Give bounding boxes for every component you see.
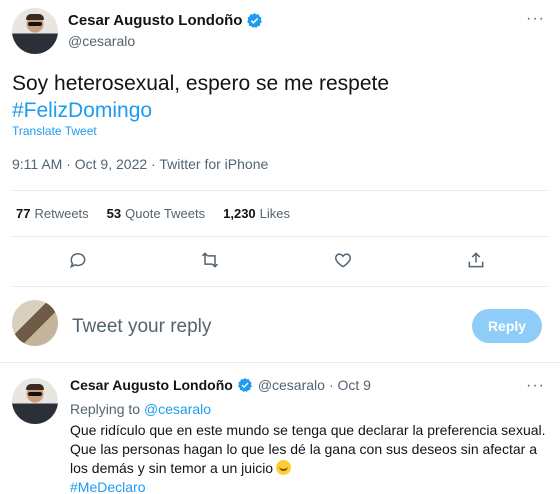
more-options-icon[interactable]: ··· [526,10,545,28]
hashtag-link[interactable]: #FelizDomingo [12,97,389,124]
retweets-stat[interactable]: 77 Retweets [16,206,89,221]
divider [12,190,548,191]
reply-author-row[interactable]: Cesar Augusto Londoño @cesaralo · Oct 9 [70,377,371,393]
tweet-stats: 77 Retweets 53 Quote Tweets 1,230 Likes [16,206,308,221]
likes-count: 1,230 [223,206,256,221]
reply-date[interactable]: · Oct 9 [329,377,371,393]
comment-icon[interactable] [68,250,92,274]
verified-badge-icon [247,13,263,29]
heart-icon[interactable] [333,250,357,274]
reply-author-avatar[interactable] [12,378,58,424]
author-handle[interactable]: @cesaralo [68,33,135,49]
replying-to-handle[interactable]: @cesaralo [144,401,211,417]
share-icon[interactable] [466,250,490,274]
reply-button[interactable]: Reply [472,309,542,343]
replying-to-label: Replying to [70,401,144,417]
reply-author-display-name[interactable]: Cesar Augusto Londoño [70,377,233,393]
avatar-hair [25,13,45,20]
retweets-label: Retweets [34,206,89,221]
tweet-actions [0,250,560,274]
replying-to: Replying to @cesaralo [70,401,211,417]
divider [12,286,548,287]
likes-stat[interactable]: 1,230 Likes [223,206,290,221]
likes-label: Likes [259,206,291,221]
more-options-icon[interactable]: ··· [526,377,545,395]
tweet-text: Soy heterosexual, espero se me respete #… [12,70,389,124]
current-user-avatar[interactable] [12,300,58,346]
verified-badge-icon [237,378,252,393]
retweet-icon[interactable] [200,250,224,274]
avatar-glasses [27,391,43,396]
reply-body-text: Que ridículo que en este mundo se tenga … [70,422,546,476]
tweet-body: Soy heterosexual, espero se me respete [12,72,390,95]
avatar-glasses [27,21,43,26]
reply-input[interactable]: Tweet your reply [72,316,211,338]
author-name-row[interactable]: Cesar Augusto Londoño [68,12,263,29]
divider [0,362,560,363]
tweet-timestamp[interactable]: 9:11 AM · Oct 9, 2022 · Twitter for iPho… [12,156,268,172]
reply-hashtag-link[interactable]: #MeDeclaro [70,478,546,494]
reply-author-handle[interactable]: @cesaralo [258,377,325,393]
author-display-name[interactable]: Cesar Augusto Londoño [68,12,242,29]
zany-face-emoji-icon [276,460,292,475]
avatar-hair [25,383,45,390]
translate-tweet-link[interactable]: Translate Tweet [12,124,97,138]
quote-tweets-stat[interactable]: 53 Quote Tweets [107,206,205,221]
quote-tweets-label: Quote Tweets [125,206,206,221]
retweets-count: 77 [16,206,31,221]
divider [12,236,548,237]
quote-tweets-count: 53 [106,206,122,221]
author-avatar[interactable] [12,8,58,54]
reply-tweet-text: Que ridículo que en este mundo se tenga … [70,421,546,494]
